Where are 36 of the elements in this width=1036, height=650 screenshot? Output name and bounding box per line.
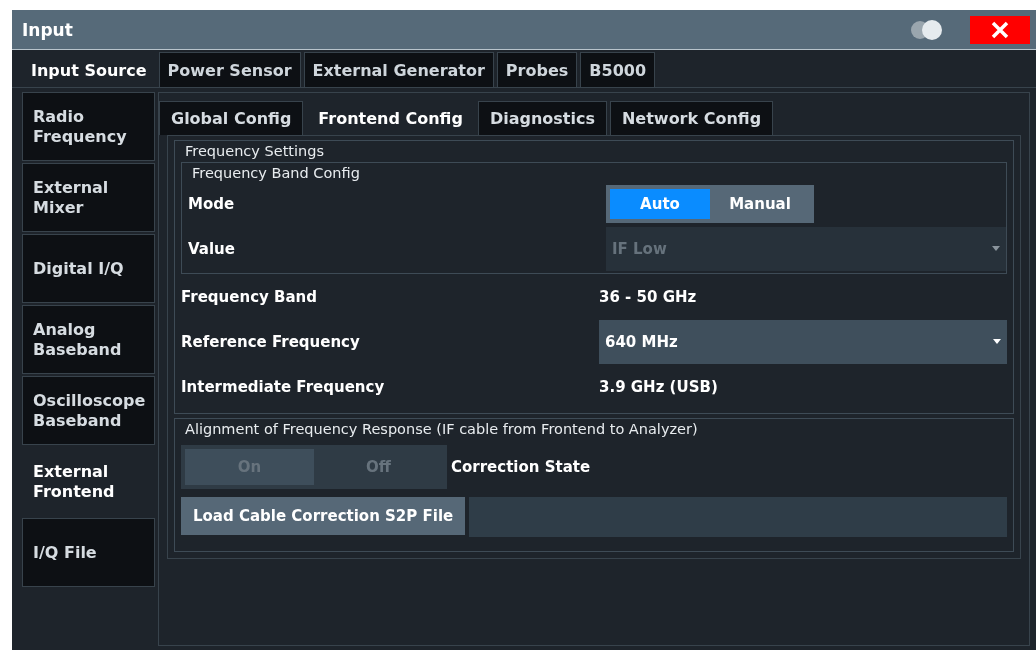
window-title: Input (22, 19, 74, 40)
sidebar-item[interactable]: Analog Baseband (22, 305, 155, 374)
field-label: Mode (188, 194, 236, 213)
tab[interactable]: Global Config (159, 101, 304, 135)
sidebar-item[interactable]: I/Q File (22, 518, 155, 587)
close-icon (991, 20, 1009, 39)
field-label: Frequency Band (181, 287, 318, 306)
field-label: Correction State (451, 458, 591, 476)
field-label: Value (188, 239, 236, 258)
close-button[interactable] (970, 15, 1030, 44)
display-toggle-icon[interactable] (910, 19, 944, 40)
group-title: Frequency Band Config (191, 165, 361, 181)
sidebar-item[interactable]: Radio Frequency (22, 92, 155, 161)
dropdown: IF Low (606, 226, 1006, 271)
tab[interactable]: Probes (496, 52, 578, 87)
toggle-option[interactable]: Manual (710, 188, 810, 219)
tab[interactable]: B5000 (580, 52, 656, 87)
toggle-switch[interactable]: Auto Manual (606, 184, 814, 223)
file-path-field[interactable] (469, 497, 1007, 537)
field-value: 3.9 GHz (USB) (599, 377, 718, 396)
field-label: Reference Frequency (181, 332, 361, 351)
field-value: 36 - 50 GHz (599, 287, 697, 306)
sidebar-item[interactable]: Oscilloscope Baseband (22, 376, 155, 445)
group-title: Alignment of Frequency Response (IF cable from Frontend to Analyzer) (184, 421, 699, 437)
tab[interactable]: External Generator (303, 52, 494, 87)
dropdown-caret-icon (992, 246, 1000, 251)
dropdown[interactable]: 640 MHz (599, 319, 1007, 364)
tab[interactable]: Power Sensor (158, 52, 301, 87)
sidebar-item[interactable]: Digital I/Q (22, 234, 155, 303)
field-label: Intermediate Frequency (181, 377, 386, 396)
load-file-button[interactable]: Load Cable Correction S2P File (181, 497, 466, 535)
sidebar-item[interactable]: External Mixer (22, 163, 155, 232)
tab[interactable]: Network Config (609, 101, 774, 135)
tab[interactable]: Diagnostics (477, 101, 607, 135)
dropdown-caret-icon (993, 339, 1001, 344)
group-title: Frequency Settings (184, 143, 325, 159)
